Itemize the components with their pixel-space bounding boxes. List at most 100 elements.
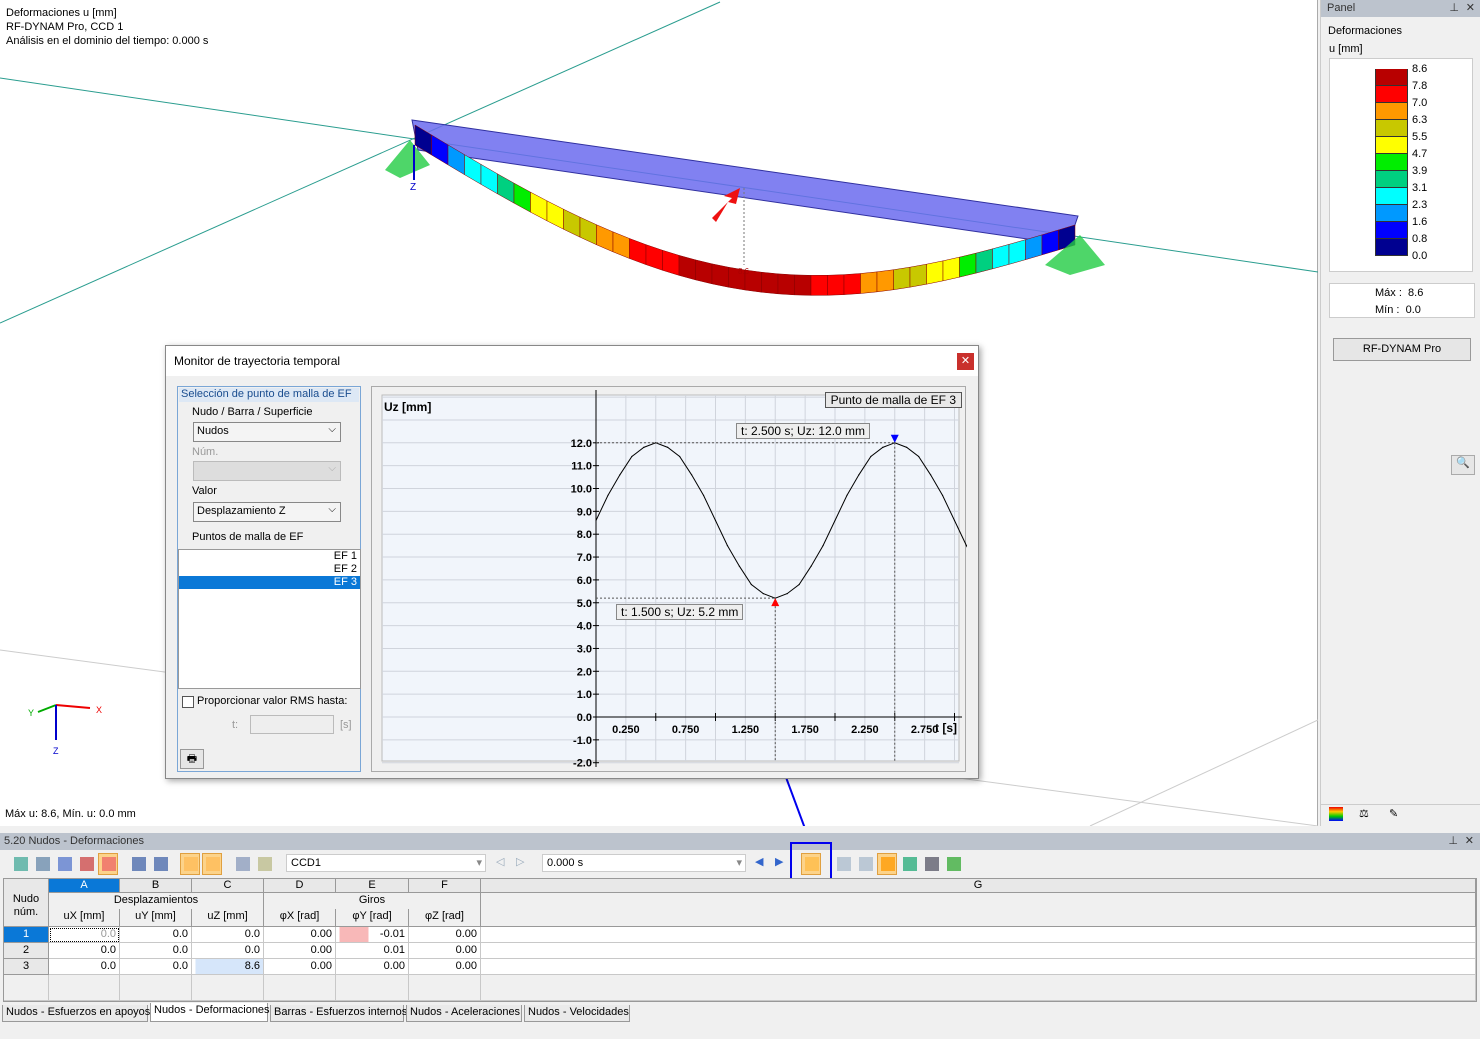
tab-nudos-velocidades[interactable]: Nudos - Velocidades [524, 1005, 630, 1022]
table-cell[interactable]: 8.6 [192, 959, 264, 975]
tab-barras-esfuerzos-internos[interactable]: Barras - Esfuerzos internos [270, 1005, 407, 1022]
column-header-f[interactable]: F [409, 879, 481, 893]
close-dialog-button[interactable]: ✕ [957, 353, 974, 370]
balance-tab-icon[interactable]: ⚖ [1359, 807, 1369, 820]
column-header-a[interactable]: A [49, 879, 120, 893]
column-header-d[interactable]: D [264, 879, 336, 893]
row-header[interactable]: 3 [4, 959, 49, 975]
chart-icon[interactable] [76, 853, 96, 875]
close-icon[interactable]: ✕ [1466, 1, 1475, 14]
data-point [595, 519, 597, 522]
table-cell[interactable]: 0.0 [120, 959, 192, 975]
pin-icon[interactable]: ⊥ [1449, 1, 1459, 14]
table-cell-empty[interactable] [481, 927, 1476, 943]
rf-dynam-button[interactable]: RF-DYNAM Pro [1333, 338, 1471, 361]
table-cell[interactable]: 0.00 [336, 959, 409, 975]
table-cell[interactable]: 0.0 [192, 943, 264, 959]
y-tick-label: 9.0 [577, 506, 592, 518]
previous-arrow-icon[interactable]: ◁ [496, 855, 504, 868]
table-cell-empty[interactable] [192, 975, 264, 1001]
table-cell-empty[interactable] [336, 975, 409, 1001]
column-header-e[interactable]: E [336, 879, 409, 893]
y-tick-label: 1.0 [577, 689, 592, 701]
tab-nudos-esfuerzos-en-apoyos[interactable]: Nudos - Esfuerzos en apoyos [2, 1005, 150, 1022]
table-cell[interactable]: 0.00 [409, 927, 481, 943]
table-cell[interactable]: 0.00 [409, 959, 481, 975]
table-cell[interactable]: 0.01 [336, 943, 409, 959]
table-cell-empty[interactable] [49, 975, 120, 1001]
column-header-c[interactable]: C [192, 879, 264, 893]
table-cell-empty[interactable] [264, 975, 336, 1001]
svg-text:Y: Y [28, 708, 34, 718]
info-line: Análisis en el dominio del tiempo: 0.000… [6, 35, 209, 47]
tab-nudos-aceleraciones[interactable]: Nudos - Aceleraciones [406, 1005, 522, 1022]
list-item[interactable]: EF 1 [179, 550, 360, 563]
table-cell[interactable]: 0.0 [49, 959, 120, 975]
row-header[interactable]: 2 [4, 943, 49, 959]
export-icon[interactable] [10, 853, 30, 875]
list-item[interactable]: EF 2 [179, 563, 360, 576]
close-icon[interactable]: ✕ [1465, 834, 1474, 847]
move-right-icon[interactable] [150, 853, 170, 875]
tab-nudos-deformaciones[interactable]: Nudos - Deformaciones [150, 1003, 270, 1022]
table-cell-empty[interactable] [481, 943, 1476, 959]
table-cell[interactable]: 0.0 [49, 943, 120, 959]
next-time-icon[interactable]: ▶ [775, 855, 783, 868]
list-item-selected[interactable]: EF 3 [179, 576, 360, 589]
next-arrow-icon[interactable]: ▷ [516, 855, 524, 868]
table-cell[interactable]: 0.00 [264, 959, 336, 975]
fe-points-list[interactable]: EF 1 EF 2 EF 3 [178, 549, 361, 689]
pin-icon[interactable]: ⊥ [1448, 834, 1458, 847]
table-cell[interactable]: 0.00 [409, 943, 481, 959]
table-icon[interactable] [232, 853, 252, 875]
table-cell-empty[interactable] [120, 975, 192, 1001]
num-select[interactable]: ⌵ [193, 461, 341, 481]
table-cell[interactable]: 0.0 [192, 927, 264, 943]
table-cell-empty[interactable] [4, 975, 49, 1001]
beam-segment [827, 274, 845, 296]
redo-icon[interactable] [202, 853, 222, 875]
load-case-select[interactable]: CCD1 ▾ [286, 854, 486, 872]
rms-time-input[interactable] [250, 715, 334, 734]
beam-segment [843, 273, 861, 295]
zoom-search-icon[interactable]: 🔍 [1451, 455, 1475, 475]
table-cell-empty[interactable] [481, 959, 1476, 975]
x-tick-label: 0.250 [612, 724, 640, 736]
table-cell-empty[interactable] [409, 975, 481, 1001]
info-icon[interactable] [855, 853, 875, 875]
table-cell[interactable]: 0.0 [49, 927, 120, 943]
time-select[interactable]: 0.000 s ▾ [542, 854, 746, 872]
move-left-icon[interactable] [128, 853, 148, 875]
calculator-icon[interactable] [921, 853, 941, 875]
excel-icon[interactable] [899, 853, 919, 875]
data-point [822, 545, 824, 547]
time-history-monitor-icon[interactable] [801, 853, 821, 875]
node-type-select[interactable]: Nudos ⌵ [193, 422, 341, 442]
decimal-places-icon[interactable] [943, 853, 963, 875]
edit-tab-icon[interactable]: ✎ [1389, 807, 1398, 820]
beam-segment [711, 263, 729, 288]
row-header[interactable]: 1 [4, 927, 49, 943]
undo-icon[interactable] [180, 853, 200, 875]
chevron-down-icon: ⌵ [328, 504, 336, 515]
insert-row-icon[interactable] [32, 853, 52, 875]
column-header-g[interactable]: G [481, 879, 1476, 893]
table-cell-empty[interactable] [481, 975, 1476, 1001]
value-select[interactable]: Desplazamiento Z ⌵ [193, 502, 341, 522]
edit-icon[interactable] [254, 853, 274, 875]
results-graph-icon[interactable] [98, 853, 118, 875]
table-cell[interactable]: 0.0 [120, 927, 192, 943]
table-cell[interactable]: 0.0 [120, 943, 192, 959]
filter-icon[interactable] [833, 853, 853, 875]
column-header-b[interactable]: B [120, 879, 192, 893]
previous-time-icon[interactable]: ◀ [755, 855, 763, 868]
table-cell[interactable]: -0.01 [336, 927, 409, 943]
legend-tab-icon[interactable] [1329, 807, 1343, 821]
print-icon[interactable]: 🖶 [180, 749, 204, 769]
filter-down-icon[interactable] [54, 853, 74, 875]
color-bars-icon[interactable] [877, 853, 897, 875]
legend-color-band [1375, 222, 1408, 239]
table-cell[interactable]: 0.00 [264, 943, 336, 959]
table-cell[interactable]: 0.00 [264, 927, 336, 943]
rms-checkbox[interactable] [182, 696, 194, 708]
